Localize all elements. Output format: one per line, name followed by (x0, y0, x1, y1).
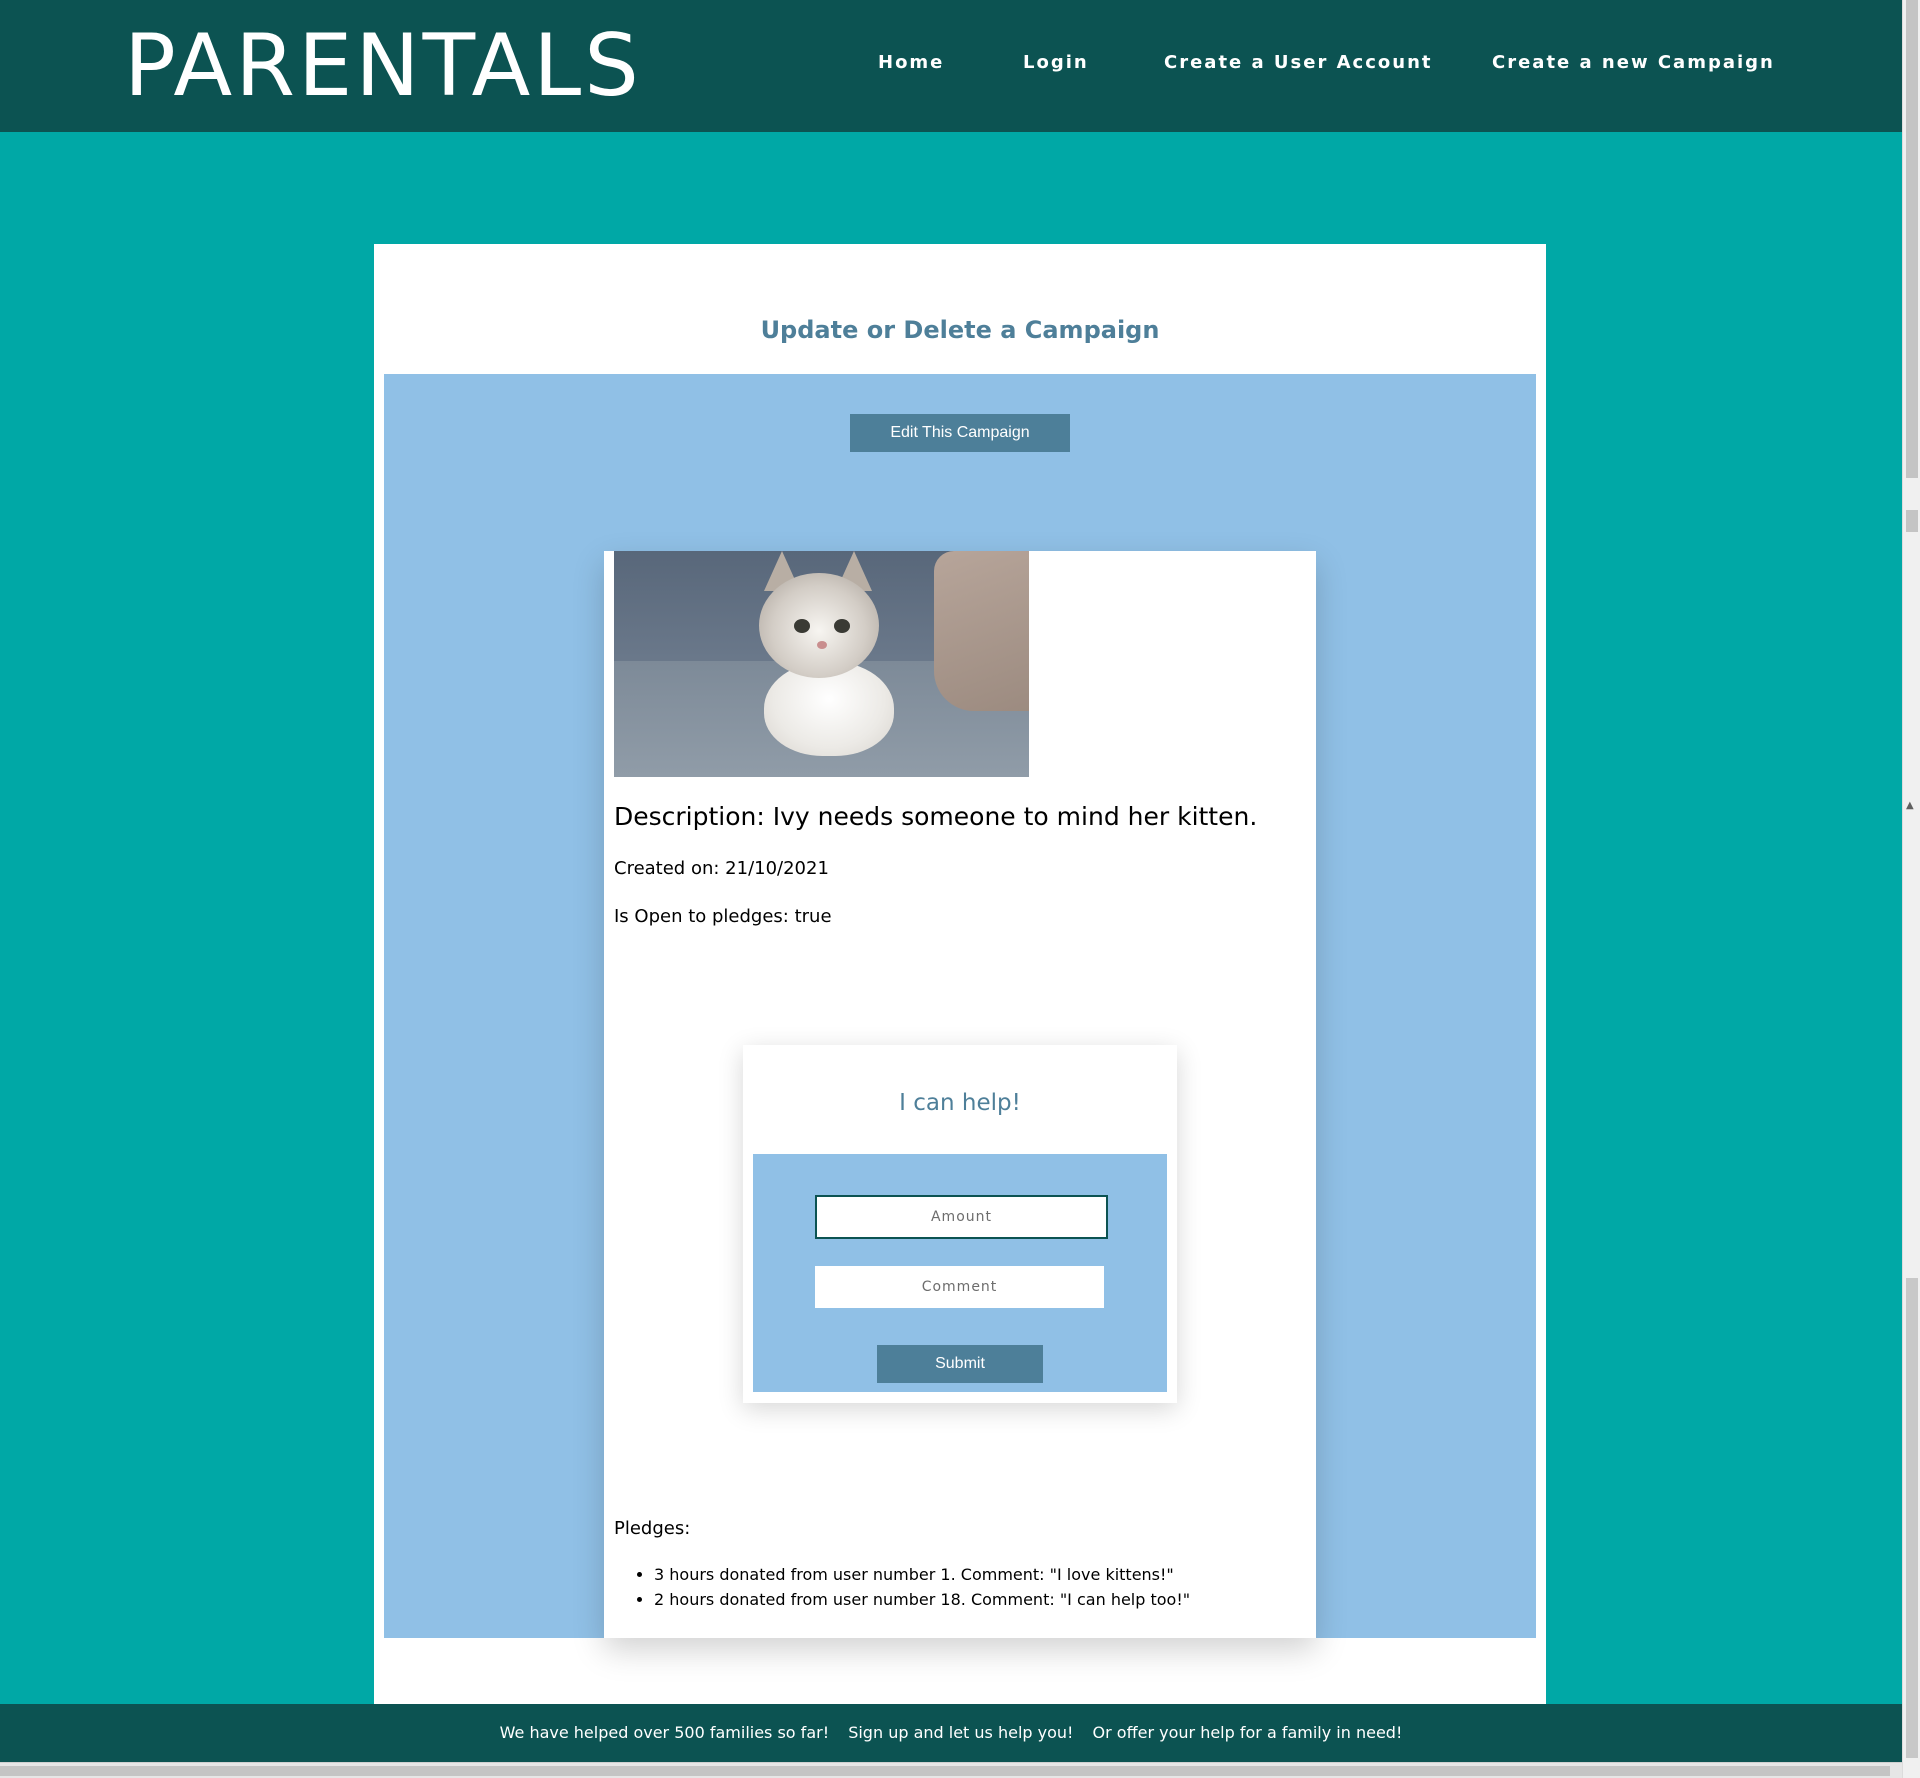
footer-message: Or offer your help for a family in need! (1092, 1723, 1403, 1742)
kitten-eye-left (794, 619, 810, 633)
scrollbar-thumb-secondary[interactable] (1906, 510, 1918, 532)
scrollbar-thumb[interactable] (1906, 0, 1918, 478)
amount-input[interactable]: Amount (815, 1195, 1108, 1239)
kitten-head (759, 573, 879, 678)
pledge-item: 3 hours donated from user number 1. Comm… (654, 1562, 1190, 1587)
kitten-eye-right (834, 619, 850, 633)
site-footer: We have helped over 500 families so far!… (0, 1704, 1902, 1762)
kitten-photo (614, 551, 1029, 777)
nav-login-link[interactable]: Login (1023, 52, 1089, 73)
footer-message: Sign up and let us help you! (848, 1723, 1074, 1742)
site-header: PARENTALS Home Login Create a User Accou… (0, 0, 1902, 132)
comment-input[interactable]: Comment (815, 1266, 1104, 1308)
page-title: Update or Delete a Campaign (760, 316, 1160, 344)
campaign-open-status: Is Open to pledges: true (614, 906, 832, 927)
submit-pledge-button[interactable]: Submit (877, 1345, 1043, 1383)
campaign-description: Description: Ivy needs someone to mind h… (614, 802, 1258, 831)
pledge-form-title: I can help! (899, 1090, 1021, 1116)
scroll-up-arrow-icon[interactable]: ▲ (1906, 800, 1914, 811)
nav-create-user-link[interactable]: Create a User Account (1164, 52, 1433, 73)
scrollbar-track[interactable] (1906, 1278, 1918, 1758)
pledges-heading: Pledges: (614, 1518, 691, 1539)
edit-campaign-button[interactable]: Edit This Campaign (850, 414, 1070, 452)
nav-home-link[interactable]: Home (878, 52, 944, 73)
main-nav: Home Login Create a User Account Create … (0, 52, 1902, 82)
kitten-nose (817, 641, 827, 649)
vertical-scrollbar[interactable]: ▲ (1902, 0, 1920, 1778)
nav-create-campaign-link[interactable]: Create a new Campaign (1492, 52, 1775, 73)
pledge-item: 2 hours donated from user number 18. Com… (654, 1587, 1190, 1612)
photo-blanket (934, 551, 1029, 711)
horizontal-scrollbar[interactable] (0, 1762, 1902, 1778)
horizontal-scrollbar-thumb[interactable] (0, 1766, 1890, 1776)
footer-message: We have helped over 500 families so far! (499, 1723, 830, 1742)
pledge-list: 3 hours donated from user number 1. Comm… (654, 1562, 1190, 1612)
campaign-created-date: Created on: 21/10/2021 (614, 858, 829, 879)
